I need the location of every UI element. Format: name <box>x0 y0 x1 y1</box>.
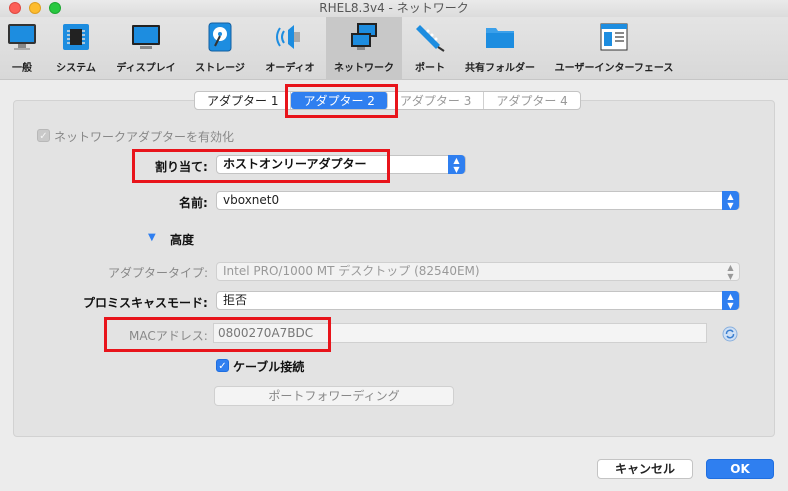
tab-adapter-4[interactable]: アダプター 4 <box>484 92 579 109</box>
chevron-updown-icon: ▲ ▼ <box>722 291 739 310</box>
folder-icon <box>486 28 514 48</box>
tab-audio[interactable]: オーディオ <box>258 17 322 80</box>
mac-address-input[interactable]: 0800270A7BDC <box>213 323 707 343</box>
tab-adapter-3[interactable]: アダプター 3 <box>388 92 485 109</box>
display-icon <box>132 25 160 49</box>
window-title: RHEL8.3v4 - ネットワーク <box>319 1 469 15</box>
cable-connected-checkbox[interactable]: ✓ <box>216 359 229 372</box>
settings-window: RHEL8.3v4 - ネットワーク 一般 システム ディスプレイ ストレージ … <box>0 0 788 491</box>
enable-adapter-label: ネットワークアダプターを有効化 <box>54 130 235 144</box>
tab-ports[interactable]: ポート <box>408 17 452 80</box>
tab-adapter-1[interactable]: アダプター 1 <box>195 92 292 109</box>
disclosure-triangle-icon[interactable]: ▼ <box>148 232 156 243</box>
attach-label: 割り当て: <box>155 160 208 174</box>
refresh-icon[interactable] <box>722 326 738 342</box>
chip-icon <box>63 24 89 50</box>
tab-shared-folders[interactable]: 共有フォルダー <box>460 17 540 80</box>
mac-address-label: MACアドレス: <box>129 329 208 343</box>
attach-select[interactable]: ホストオンリーアダプター ▲ ▼ <box>216 155 466 174</box>
tab-adapter-2[interactable]: アダプター 2 <box>291 92 388 109</box>
port-icon <box>416 25 445 52</box>
close-window-icon[interactable] <box>9 2 21 14</box>
promiscuous-mode-label: プロミスキャスモード: <box>83 296 208 310</box>
name-select[interactable]: vboxnet0 ▲ ▼ <box>216 191 740 210</box>
tab-network[interactable]: ネットワーク <box>326 17 402 80</box>
tab-storage[interactable]: ストレージ <box>190 17 250 80</box>
ok-button[interactable]: OK <box>706 459 774 479</box>
disk-icon <box>208 22 232 52</box>
name-label: 名前: <box>179 196 208 210</box>
adapter-type-select[interactable]: Intel PRO/1000 MT デスクトップ (82540EM) ▲ ▼ <box>216 262 740 281</box>
chevron-updown-icon: ▲ ▼ <box>727 263 734 281</box>
ui-icon <box>600 23 628 51</box>
port-forwarding-button[interactable]: ポートフォワーディング <box>214 386 454 406</box>
tab-user-interface[interactable]: ユーザーインターフェース <box>550 17 678 80</box>
enable-adapter-checkbox[interactable]: ✓ <box>37 129 50 142</box>
tab-system[interactable]: システム <box>50 17 102 80</box>
chevron-updown-icon: ▲ ▼ <box>448 155 465 174</box>
settings-toolbar: 一般 システム ディスプレイ ストレージ オーディオ ネットワーク ポート 共有… <box>0 17 788 80</box>
cancel-button[interactable]: キャンセル <box>597 459 693 479</box>
adapter-type-label: アダプタータイプ: <box>108 266 209 280</box>
promiscuous-mode-select[interactable]: 拒否 ▲ ▼ <box>216 291 740 310</box>
title-bar: RHEL8.3v4 - ネットワーク <box>0 0 788 17</box>
network-icon <box>351 23 377 50</box>
chevron-updown-icon: ▲ ▼ <box>722 191 739 210</box>
speaker-icon <box>276 25 300 49</box>
zoom-window-icon[interactable] <box>49 2 61 14</box>
advanced-label: 高度 <box>170 233 195 247</box>
monitor-icon <box>8 24 36 50</box>
adapter-tabs: アダプター 1 アダプター 2 アダプター 3 アダプター 4 <box>194 91 581 110</box>
minimize-window-icon[interactable] <box>29 2 41 14</box>
tab-general[interactable]: 一般 <box>0 17 44 80</box>
tab-display[interactable]: ディスプレイ <box>110 17 182 80</box>
cable-connected-label: ケーブル接続 <box>233 360 305 374</box>
